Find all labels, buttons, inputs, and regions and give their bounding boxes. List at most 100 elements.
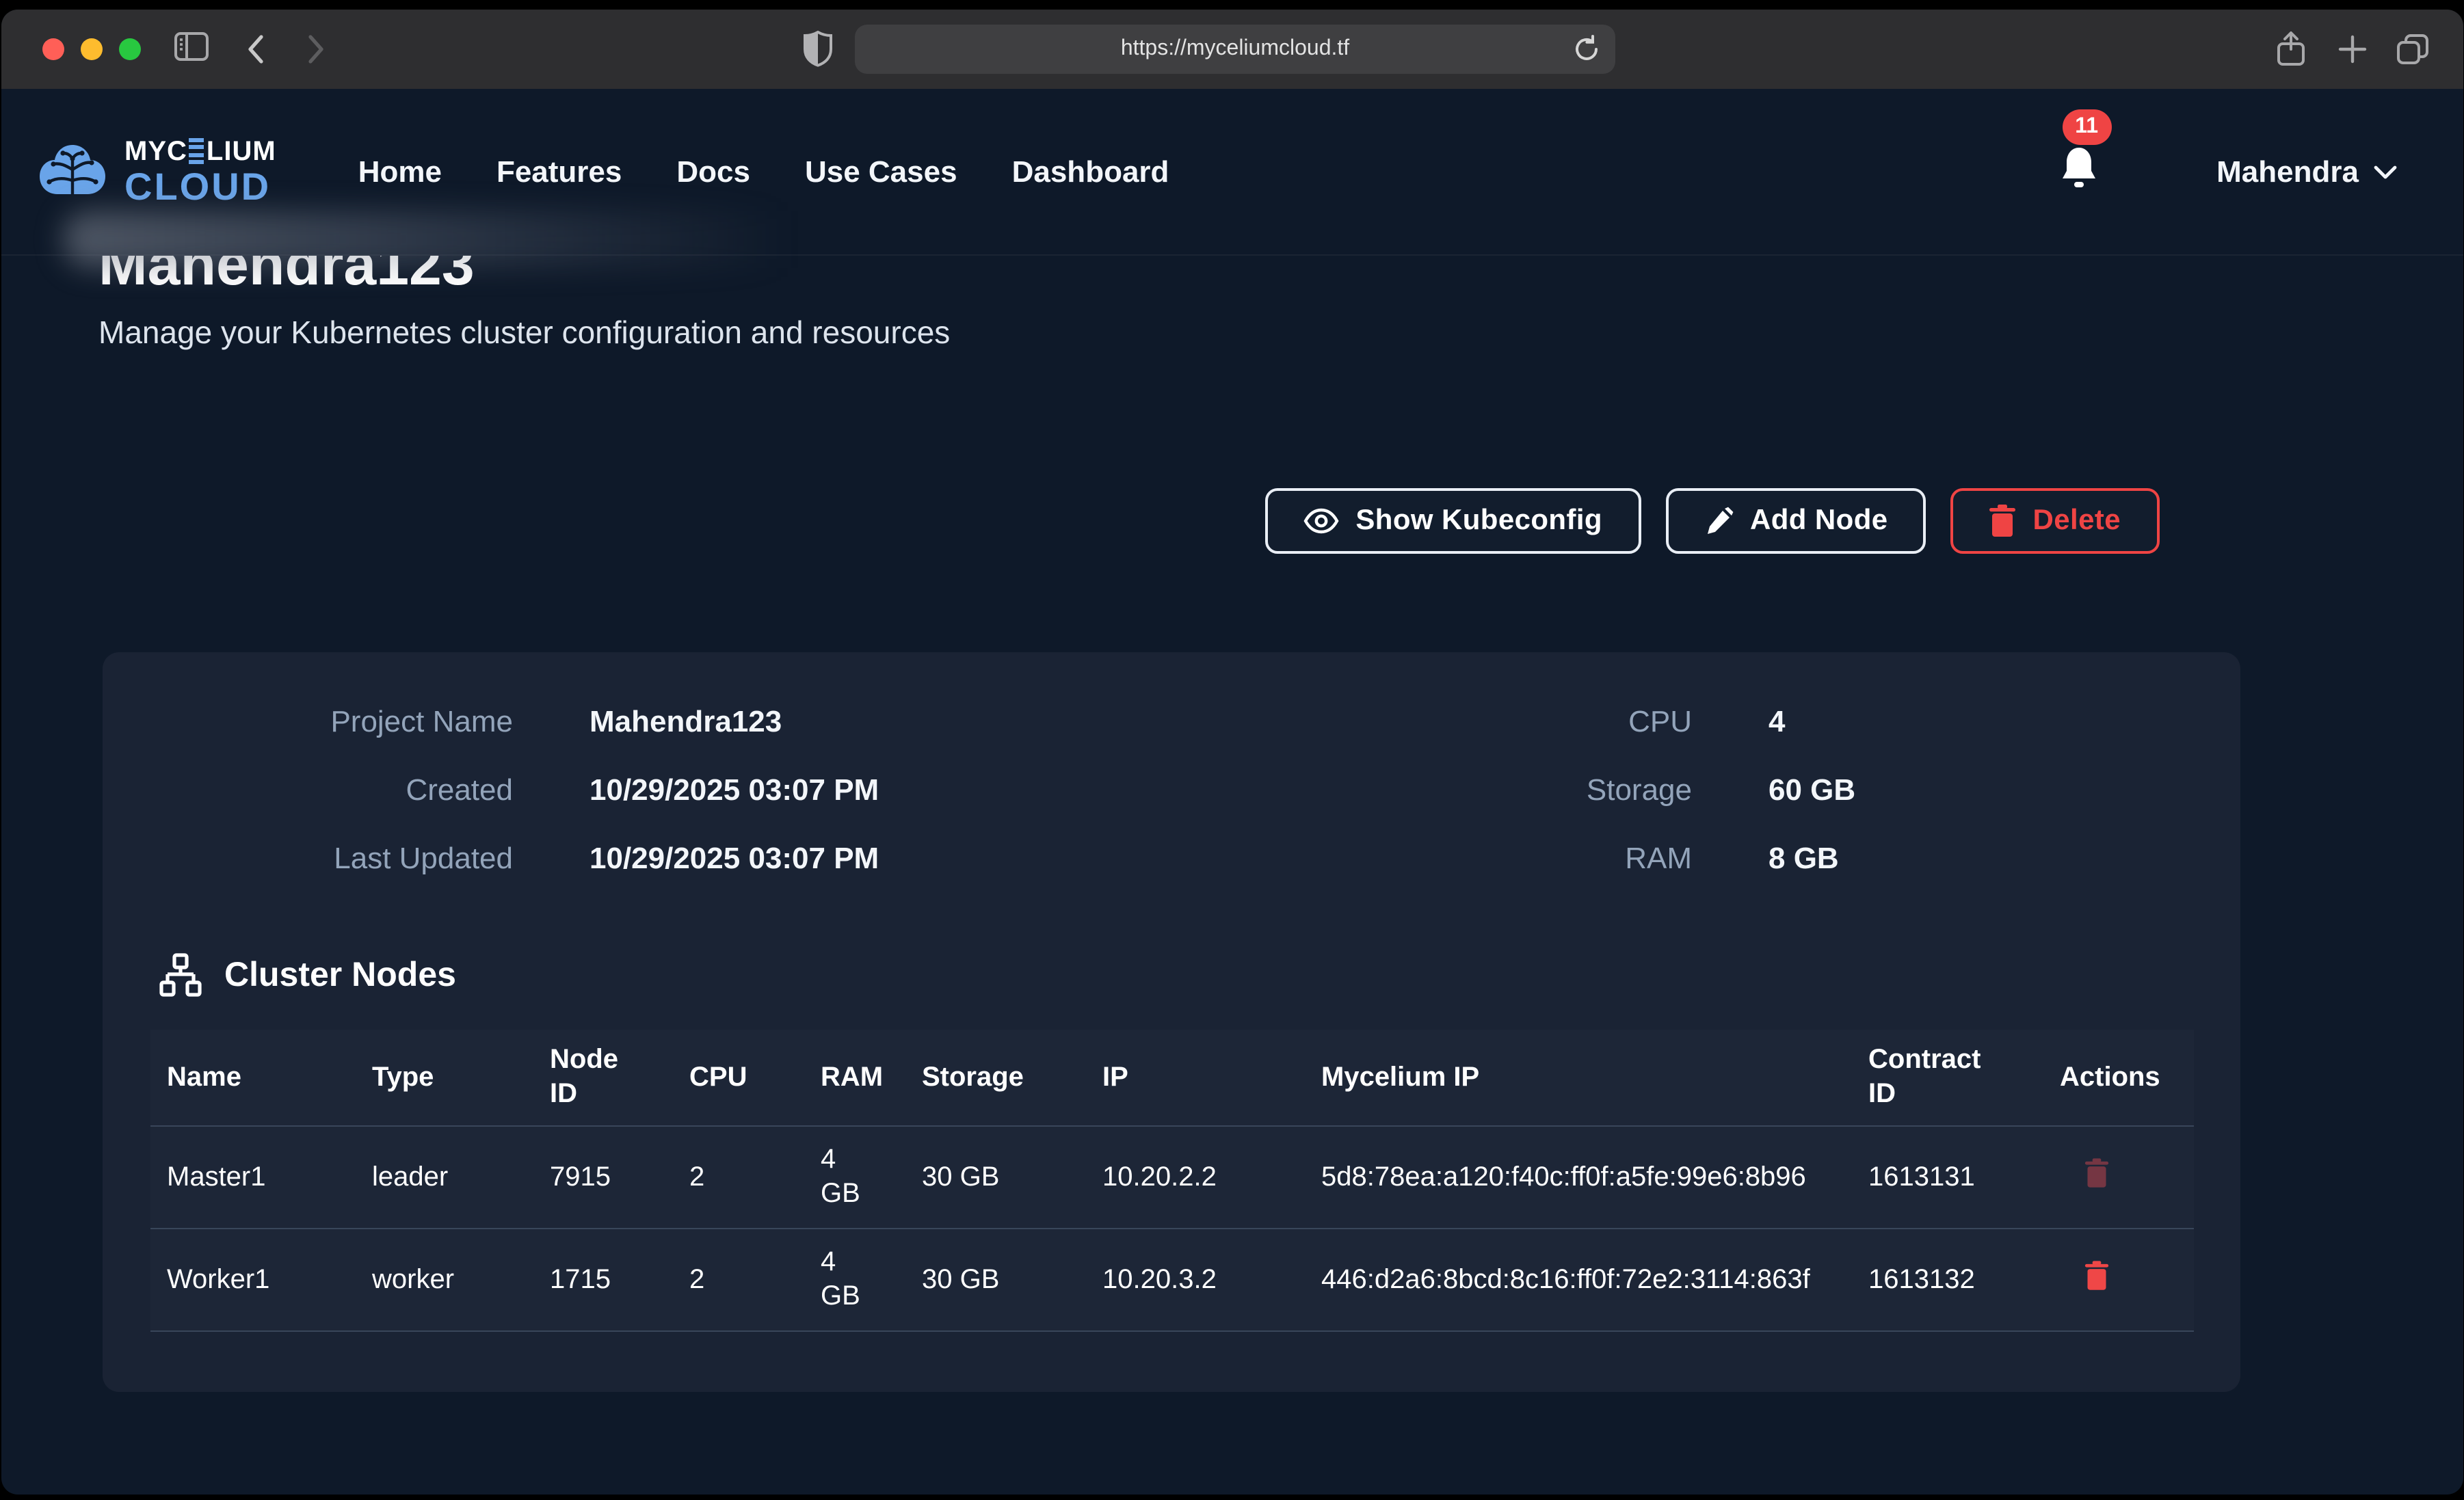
cell-type: worker: [356, 1229, 533, 1331]
cluster-nodes-title: Cluster Nodes: [224, 955, 456, 995]
cell-type: leader: [356, 1126, 533, 1229]
cell-cpu: 2: [673, 1126, 804, 1229]
site-logo[interactable]: MYC LIUM CLOUD: [37, 137, 276, 206]
cell-storage: 30 GB: [905, 1126, 1086, 1229]
created-value: 10/29/2025 03:07 PM: [589, 773, 1301, 808]
logo-wordmark: MYC LIUM CLOUD: [124, 137, 276, 206]
minimize-window-button[interactable]: [81, 38, 103, 60]
nav-link-home[interactable]: Home: [358, 154, 442, 189]
delete-node-button[interactable]: [2084, 1157, 2109, 1192]
browser-toolbar: https://myceliumcloud.tf: [1, 10, 2463, 89]
trash-icon: [1989, 505, 2017, 537]
back-button[interactable]: [242, 33, 272, 66]
logo-text-cloud: CLOUD: [124, 168, 276, 206]
cluster-nodes-header: Cluster Nodes: [159, 953, 2240, 997]
storage-label: Storage: [1377, 773, 1692, 808]
logo-text-myc: MYC: [124, 137, 187, 165]
share-icon[interactable]: [2275, 30, 2307, 68]
cell-actions: [2043, 1229, 2194, 1331]
url-text: https://myceliumcloud.tf: [1121, 37, 1349, 62]
add-node-button[interactable]: Add Node: [1665, 488, 1926, 554]
col-storage: Storage: [905, 1030, 1086, 1126]
col-cpu: CPU: [673, 1030, 804, 1126]
cell-name: Worker1: [150, 1229, 356, 1331]
nav-link-features[interactable]: Features: [496, 154, 622, 189]
user-menu[interactable]: Mahendra: [2216, 154, 2397, 189]
last-updated-label: Last Updated: [198, 841, 513, 876]
navbar-right: 11 Mahendra: [2058, 145, 2397, 198]
chevron-down-icon: [2372, 163, 2397, 180]
col-type: Type: [356, 1030, 533, 1126]
col-ip: IP: [1086, 1030, 1305, 1126]
trash-icon: [2084, 1260, 2109, 1290]
ram-label: RAM: [1377, 841, 1692, 876]
site-navbar: MYC LIUM CLOUD Home Features Docs Use Ca…: [1, 89, 2463, 256]
pencil-icon: [1704, 506, 1734, 536]
cell-name: Master1: [150, 1126, 356, 1229]
cell-contract-id: 1613131: [1852, 1126, 2043, 1229]
cell-storage: 30 GB: [905, 1229, 1086, 1331]
cell-ram: 4 GB: [804, 1126, 905, 1229]
notification-count-badge: 11: [2062, 109, 2111, 145]
cpu-label: CPU: [1377, 704, 1692, 740]
mycelium-cloud-logo-icon: [37, 142, 108, 202]
cell-mycelium-ip: 446:d2a6:8bcd:8c16:ff0f:72e2:3114:863f: [1305, 1229, 1852, 1331]
cluster-details-panel: Project Name Mahendra123 CPU 4 Created 1…: [103, 652, 2240, 1392]
primary-navigation: Home Features Docs Use Cases Dashboard: [358, 154, 1169, 189]
address-bar[interactable]: https://myceliumcloud.tf: [855, 25, 1615, 74]
cell-cpu: 2: [673, 1229, 804, 1331]
bell-icon: [2058, 145, 2099, 191]
col-contract-id: Contract ID: [1852, 1030, 2043, 1126]
cell-node-id: 7915: [533, 1126, 673, 1229]
cell-ip: 10.20.2.2: [1086, 1126, 1305, 1229]
network-icon: [159, 953, 202, 997]
trash-icon: [2084, 1157, 2109, 1188]
created-label: Created: [198, 773, 513, 808]
eye-icon: [1303, 507, 1339, 535]
page-subtitle: Manage your Kubernetes cluster configura…: [98, 314, 950, 351]
notifications-button[interactable]: 11: [2058, 145, 2099, 198]
browser-window: https://myceliumcloud.tf: [1, 10, 2463, 1495]
col-ram: RAM: [804, 1030, 905, 1126]
col-node-id: Node ID: [533, 1030, 673, 1126]
ram-value: 8 GB: [1768, 841, 2158, 876]
cluster-nodes-table: Name Type Node ID CPU RAM Storage IP Myc…: [150, 1030, 2194, 1332]
zoom-window-button[interactable]: [119, 38, 141, 60]
screenshot-root: https://myceliumcloud.tf: [0, 0, 2464, 1500]
user-name: Mahendra: [2216, 154, 2359, 189]
table-header-row: Name Type Node ID CPU RAM Storage IP Myc…: [150, 1030, 2194, 1126]
col-actions: Actions: [2043, 1030, 2194, 1126]
stylized-e-icon: [189, 138, 204, 163]
col-name: Name: [150, 1030, 356, 1126]
cell-actions: [2043, 1126, 2194, 1229]
project-name-label: Project Name: [198, 704, 513, 740]
cell-node-id: 1715: [533, 1229, 673, 1331]
close-window-button[interactable]: [42, 38, 64, 60]
logo-text-lium: LIUM: [207, 137, 276, 165]
sidebar-toggle-icon[interactable]: [174, 31, 209, 62]
storage-value: 60 GB: [1768, 773, 2158, 808]
window-controls: [42, 38, 141, 60]
nav-link-docs[interactable]: Docs: [676, 154, 750, 189]
main-content: Mahendra123 Manage your Kubernetes clust…: [1, 256, 2463, 1495]
project-name-value: Mahendra123: [589, 704, 1301, 740]
show-kubeconfig-label: Show Kubeconfig: [1355, 505, 1602, 537]
cluster-action-buttons: Show Kubeconfig Add Node Delete: [1265, 488, 2159, 554]
new-tab-icon[interactable]: [2337, 34, 2368, 64]
reload-icon[interactable]: [1572, 34, 1602, 64]
col-mycelium-ip: Mycelium IP: [1305, 1030, 1852, 1126]
nav-link-dashboard[interactable]: Dashboard: [1012, 154, 1169, 189]
table-row: Master1 leader 7915 2 4 GB 30 GB 10.20.2…: [150, 1126, 2194, 1229]
privacy-shield-icon[interactable]: [803, 30, 833, 67]
delete-node-button[interactable]: [2084, 1260, 2109, 1294]
nav-link-use-cases[interactable]: Use Cases: [805, 154, 957, 189]
cell-ip: 10.20.3.2: [1086, 1229, 1305, 1331]
add-node-label: Add Node: [1750, 505, 1888, 537]
show-kubeconfig-button[interactable]: Show Kubeconfig: [1265, 488, 1641, 554]
forward-button[interactable]: [300, 33, 330, 66]
last-updated-value: 10/29/2025 03:07 PM: [589, 841, 1301, 876]
tab-overview-icon[interactable]: [2395, 31, 2430, 67]
delete-cluster-button[interactable]: Delete: [1951, 488, 2159, 554]
cell-mycelium-ip: 5d8:78ea:a120:f40c:ff0f:a5fe:99e6:8b96: [1305, 1126, 1852, 1229]
cpu-value: 4: [1768, 704, 2158, 740]
